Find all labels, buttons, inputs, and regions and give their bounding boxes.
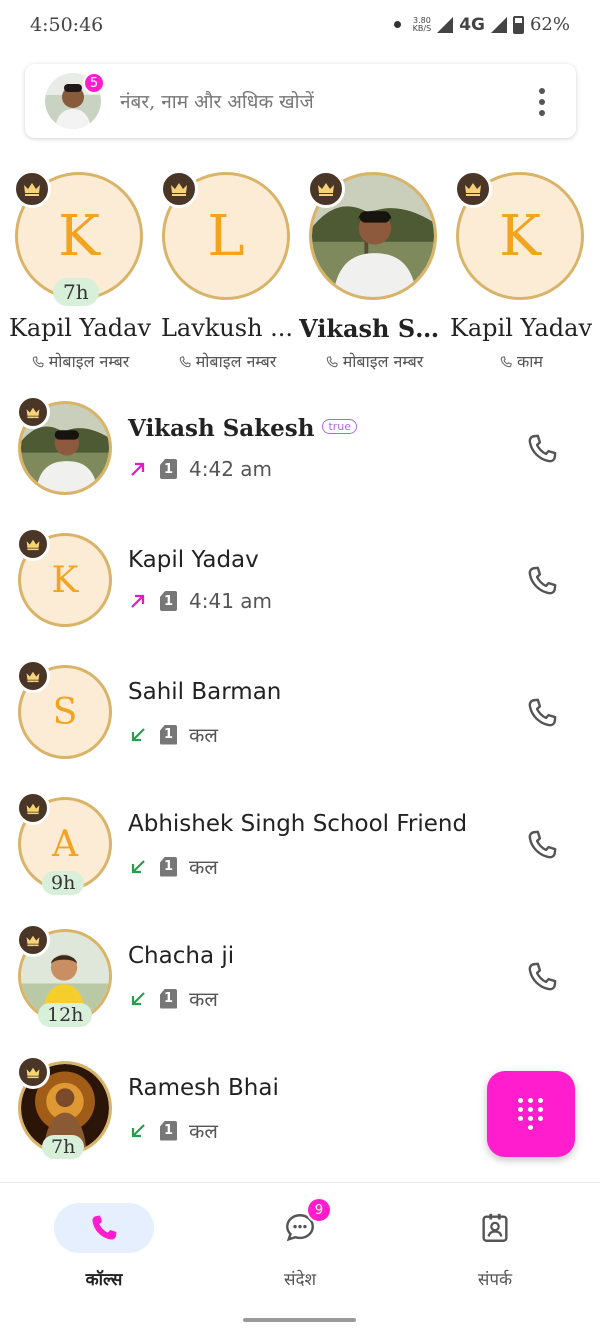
phone-icon [178,355,192,369]
favorite-number-type: मोबाइल नम्बर [5,350,155,372]
phone-icon[interactable] [524,959,560,995]
status-time-chip: 9h [42,871,85,895]
bottom-navigation: कॉल्स 9 संदेश संपर्क [0,1182,600,1333]
sim-icon: 1 [160,1120,177,1141]
home-indicator[interactable] [243,1318,356,1322]
notification-dot-icon [393,21,401,28]
outgoing-call-arrow-icon [131,462,145,476]
crown-icon [16,395,50,429]
incoming-call-arrow-icon [131,859,145,873]
call-time: कल [189,1119,218,1143]
crown-icon [160,170,198,208]
call-details: 1 कल [128,985,218,1012]
sim-icon: 1 [160,988,177,1009]
crown-icon [307,170,345,208]
favorite-name: Vikash Sa... [299,314,449,343]
search-bar[interactable]: 5 नंबर, नाम और अधिक खोजें [25,64,576,138]
crown-icon [16,791,50,825]
crown-icon [16,1055,50,1089]
crown-icon [454,170,492,208]
incoming-call-arrow-icon [131,727,145,741]
status-bar: 4:50:46 3.80 KB/S 4G 62% [0,0,600,52]
status-icons: 3.80 KB/S 4G 62% [393,14,570,35]
call-log-row[interactable]: S Sahil Barman 1 कल [0,659,600,797]
call-time: कल [189,723,218,747]
tab-calls-label: कॉल्स [85,1270,123,1290]
call-time: 4:42 am [189,457,273,481]
crown-icon [16,527,50,561]
call-log-row[interactable]: K Kapil Yadav 1 4:41 am [0,527,600,665]
call-details: 1 कल [128,721,218,748]
phone-icon [325,355,339,369]
phone-icon[interactable] [524,563,560,599]
network-type: 4G [459,14,485,35]
call-log-row[interactable]: A 9h Abhishek Singh School Friend 1 कल [0,791,600,929]
more-vertical-icon[interactable] [538,88,546,116]
sim-icon: 1 [160,724,177,745]
phone-icon [92,1215,117,1240]
dialpad-icon [518,1098,523,1103]
tab-calls-pill[interactable] [54,1203,154,1253]
contact-name: Sahil Barman [128,679,282,705]
status-time-chip: 7h [53,278,99,306]
tab-calls[interactable]: कॉल्स [24,1203,184,1290]
crown-icon [16,923,50,957]
battery-percent: 62% [529,14,570,35]
contact-name: Chacha ji [128,943,235,969]
messages-badge: 9 [306,1197,332,1223]
search-input[interactable]: नंबर, नाम और अधिक खोजें [120,88,314,114]
wifi-signal-icon [437,16,454,33]
favorite-name: Kapil Yadav [8,314,152,342]
incoming-call-arrow-icon [131,1123,145,1137]
sim-icon: 1 [160,856,177,877]
notification-badge: 5 [83,72,105,94]
tab-contacts-label: संपर्क [477,1270,513,1290]
tab-messages-pill[interactable]: 9 [250,1197,350,1253]
favorite-number-type: मोबाइल नम्बर [299,350,449,372]
tab-contacts[interactable]: संपर्क [415,1203,575,1290]
call-details: 1 कल [128,853,218,880]
favorite-number-type: मोबाइल नम्बर [152,350,302,372]
contact-card-icon [482,1213,508,1242]
favorite-name: Kapil Yadav [449,314,593,342]
crown-icon [13,170,51,208]
phone-icon[interactable] [524,827,560,863]
phone-icon [31,355,45,369]
outgoing-call-arrow-icon [131,594,145,608]
call-log-row[interactable]: 12h Chacha ji 1 कल [0,923,600,1061]
status-time-chip: 12h [38,1003,93,1027]
dialpad-button[interactable] [487,1071,575,1157]
sim-icon: 1 [160,459,177,479]
status-time: 4:50:46 [30,14,104,36]
phone-icon [499,355,513,369]
contact-name: Abhishek Singh School Friend [128,811,468,837]
call-log-row[interactable]: Vikash Sakesh true 1 4:42 am [0,395,600,533]
tab-contacts-pill[interactable] [445,1203,545,1253]
contact-name: Ramesh Bhai [128,1075,279,1101]
call-details: 1 4:41 am [128,589,272,613]
tab-messages[interactable]: 9 संदेश [220,1197,380,1290]
favorite-number-type: काम [446,350,596,372]
contact-name: Kapil Yadav [128,547,259,573]
crown-icon [16,659,50,693]
call-details: 1 4:42 am [128,457,272,481]
call-details: 1 कल [128,1117,218,1144]
call-time: कल [189,987,218,1011]
sim-icon: 1 [160,591,177,611]
verified-badge: true [322,419,358,434]
call-time: कल [189,855,218,879]
status-time-chip: 7h [42,1135,85,1159]
phone-icon[interactable] [524,431,560,467]
cell-signal-icon [490,16,507,33]
battery-icon [512,15,524,34]
favorite-name: Lavkush ... [160,314,294,342]
call-time: 4:41 am [189,589,273,613]
network-speed: 3.80 KB/S [412,15,432,33]
phone-icon[interactable] [524,695,560,731]
incoming-call-arrow-icon [131,991,145,1005]
tab-messages-label: संदेश [283,1270,317,1290]
contact-name: Vikash Sakesh true [128,415,358,442]
